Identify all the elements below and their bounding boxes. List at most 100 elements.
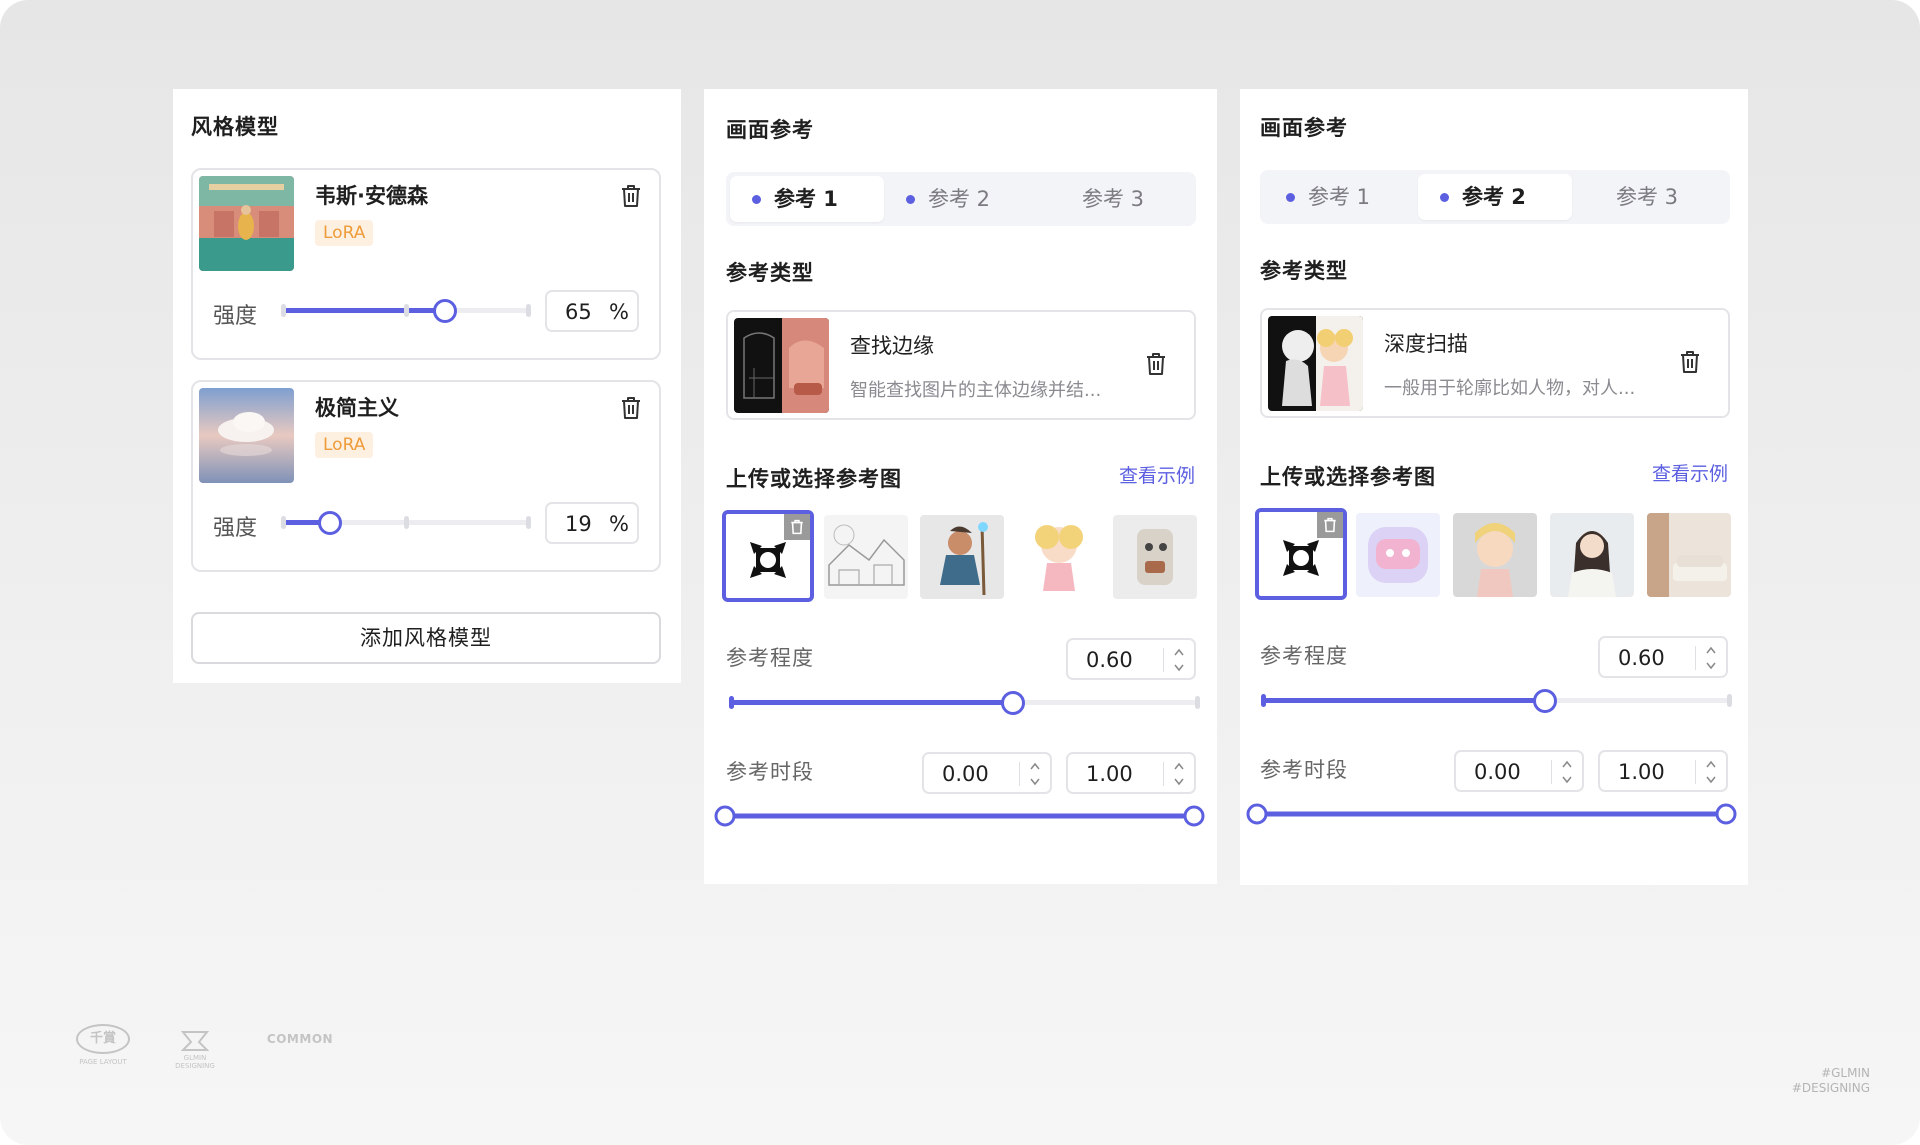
slider-tick — [281, 516, 286, 529]
reference-period-range-slider[interactable] — [1242, 799, 1742, 829]
reference-panel-2: 画面参考 参考 1 参考 2 参考 3 参考类型 深度扫描 一般用于轮廓比如人物… — [1240, 89, 1748, 885]
reference-type-label: 参考类型 — [726, 261, 814, 285]
tab-dot — [1440, 193, 1449, 202]
slider-tick — [526, 516, 531, 529]
slider-tick — [404, 516, 409, 529]
tab-reference-1[interactable]: 参考 1 — [730, 176, 884, 222]
reference-degree-slider[interactable] — [1261, 689, 1732, 713]
reference-degree-label: 参考程度 — [1260, 644, 1348, 668]
slider-knob[interactable] — [433, 299, 457, 323]
tab-dot — [752, 195, 761, 204]
model-name: 韦斯·安德森 — [315, 184, 428, 208]
stepper-arrows-icon[interactable] — [1173, 646, 1185, 674]
strength-input[interactable]: 19 % — [545, 502, 639, 544]
stepper-arrows-icon[interactable] — [1705, 758, 1717, 786]
reference-degree-input[interactable]: 0.60 — [1066, 638, 1196, 680]
model-name: 极简主义 — [315, 396, 399, 420]
period-end-input[interactable]: 1.00 — [1066, 752, 1196, 794]
reference-type-label: 参考类型 — [1260, 259, 1348, 283]
percent-unit: % — [609, 300, 629, 324]
model-thumbnail[interactable] — [199, 388, 294, 483]
trash-icon[interactable] — [620, 184, 642, 208]
lora-badge: LoRA — [315, 220, 374, 246]
tab-reference-1[interactable]: 参考 1 — [1264, 174, 1418, 220]
strength-value: 19 — [565, 512, 592, 536]
reference-image-option[interactable] — [1647, 513, 1731, 597]
reference-degree-label: 参考程度 — [726, 646, 814, 670]
footer-tags: #GLMIN #DESIGNING — [1792, 1066, 1870, 1096]
trash-icon[interactable] — [1145, 352, 1167, 376]
slider-knob[interactable] — [1533, 689, 1557, 713]
tag-glmin: #GLMIN — [1821, 1066, 1870, 1080]
stepper-divider — [1019, 762, 1020, 786]
strength-slider[interactable] — [281, 511, 531, 535]
reference-type-card[interactable]: 深度扫描 一般用于轮廓比如人物，对人... — [1260, 308, 1730, 418]
period-end-value: 1.00 — [1086, 762, 1133, 786]
app-screen: 风格模型 韦斯·安德森 LoRA 强度 65 % 极简主义 LoRA 强度 19… — [0, 0, 1920, 1145]
trash-icon — [791, 519, 803, 535]
reference-degree-input[interactable]: 0.60 — [1598, 636, 1728, 678]
reference-image-option[interactable] — [1017, 515, 1101, 599]
stepper-arrows-icon[interactable] — [1561, 758, 1573, 786]
tab-reference-3[interactable]: 参考 3 — [1038, 176, 1192, 222]
tab-reference-2[interactable]: 参考 2 — [1418, 174, 1572, 220]
lora-badge: LoRA — [315, 432, 374, 458]
stepper-arrows-icon[interactable] — [1029, 760, 1041, 788]
percent-unit: % — [609, 512, 629, 536]
stepper-arrows-icon[interactable] — [1705, 644, 1717, 672]
slider-tick — [1727, 694, 1732, 707]
style-model-card: 韦斯·安德森 LoRA 强度 65 % — [191, 168, 661, 360]
reference-degree-slider[interactable] — [729, 691, 1200, 715]
logo-mark: 千賞 — [76, 1024, 130, 1054]
style-model-panel: 风格模型 韦斯·安德森 LoRA 强度 65 % 极简主义 LoRA 强度 19… — [173, 89, 681, 683]
reference-image-option[interactable] — [1453, 513, 1537, 597]
delete-image-button[interactable] — [1317, 512, 1343, 538]
slider-tick — [1195, 696, 1200, 709]
reference-image-option[interactable] — [1113, 515, 1197, 599]
reference-image-option[interactable] — [920, 515, 1004, 599]
reference-degree-value: 0.60 — [1086, 648, 1133, 672]
reference-image-option[interactable] — [1356, 513, 1440, 597]
stepper-arrows-icon[interactable] — [1173, 760, 1185, 788]
selected-reference-image[interactable] — [722, 510, 814, 602]
reference-type-desc: 智能查找图片的主体边缘并结... — [850, 380, 1102, 401]
range-end-knob[interactable] — [1715, 803, 1737, 825]
range-start-knob[interactable] — [1246, 803, 1268, 825]
strength-value: 65 — [565, 300, 592, 324]
period-start-value: 0.00 — [942, 762, 989, 786]
slider-knob[interactable] — [318, 511, 342, 535]
add-style-model-button[interactable]: 添加风格模型 — [191, 612, 661, 664]
range-start-knob[interactable] — [714, 805, 736, 827]
view-example-link[interactable]: 查看示例 — [1652, 459, 1728, 486]
slider-fill — [1261, 698, 1544, 703]
selected-reference-image[interactable] — [1255, 508, 1347, 600]
trash-icon[interactable] — [1679, 350, 1701, 374]
slider-tick — [404, 304, 409, 317]
logo-caption: PAGE LAYOUT — [79, 1058, 127, 1066]
tab-reference-3[interactable]: 参考 3 — [1572, 174, 1726, 220]
range-end-knob[interactable] — [1183, 805, 1205, 827]
period-start-input[interactable]: 0.00 — [922, 752, 1052, 794]
reference-image-option[interactable] — [824, 515, 908, 599]
stepper-divider — [1695, 760, 1696, 784]
period-start-input[interactable]: 0.00 — [1454, 750, 1584, 792]
slider-knob[interactable] — [1001, 691, 1025, 715]
trash-icon[interactable] — [620, 396, 642, 420]
reference-type-card[interactable]: 查找边缘 智能查找图片的主体边缘并结... — [726, 310, 1196, 420]
reference-period-range-slider[interactable] — [710, 801, 1210, 831]
trash-icon — [1324, 517, 1336, 533]
crosshair-icon — [1283, 540, 1319, 576]
strength-label: 强度 — [213, 516, 258, 541]
model-thumbnail[interactable] — [199, 176, 294, 271]
tab-reference-2[interactable]: 参考 2 — [884, 176, 1038, 222]
period-end-input[interactable]: 1.00 — [1598, 750, 1728, 792]
view-example-link[interactable]: 查看示例 — [1119, 461, 1195, 488]
strength-slider[interactable] — [281, 299, 531, 323]
brand-logo-3: COMMON — [260, 1032, 340, 1046]
reference-image-option[interactable] — [1550, 513, 1634, 597]
delete-image-button[interactable] — [784, 514, 810, 540]
reference-type-name: 查找边缘 — [850, 334, 934, 358]
style-model-card: 极简主义 LoRA 强度 19 % — [191, 380, 661, 572]
logo-caption: GLMIN DESIGNING — [175, 1054, 215, 1070]
strength-input[interactable]: 65 % — [545, 290, 639, 332]
